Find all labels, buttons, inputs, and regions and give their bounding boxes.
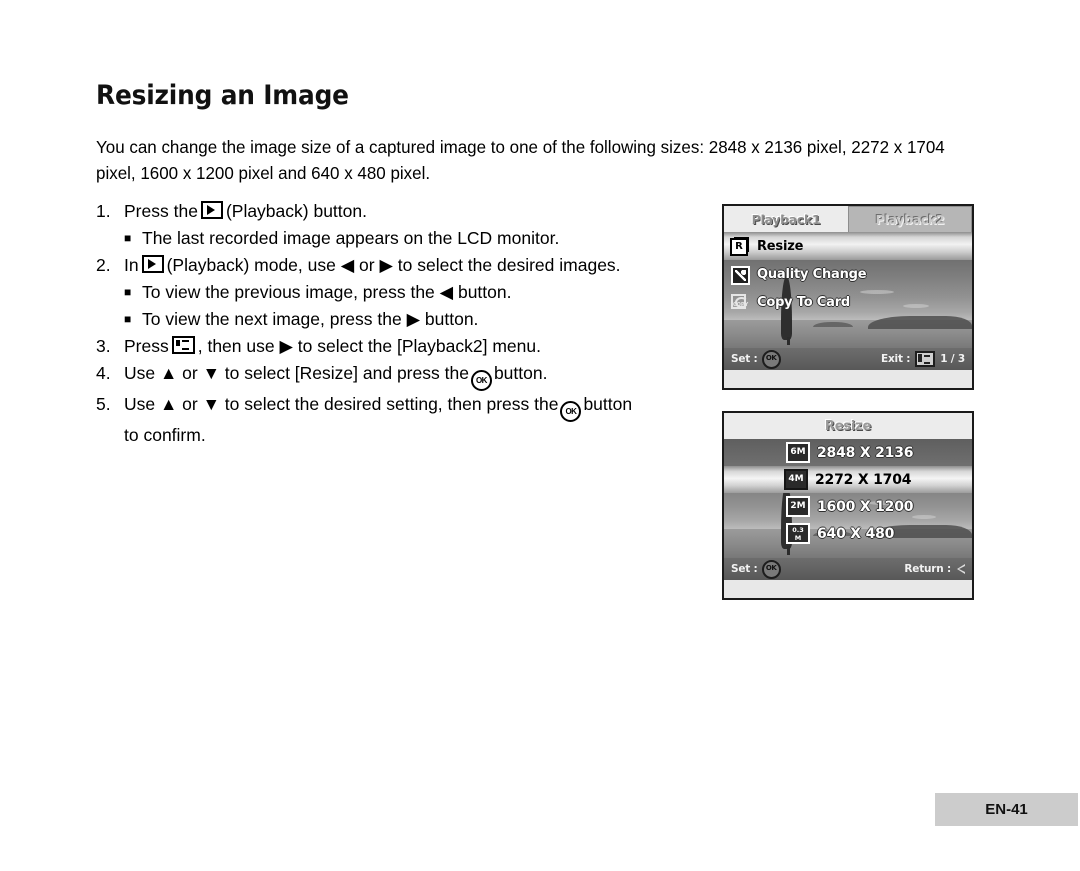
lcd-playback-menu-screenshot: Playback1 Playback2 R Resize Quality Cha…	[722, 204, 974, 390]
resize-option-2m[interactable]: 2M 1600 X 1200	[724, 493, 972, 520]
step-continuation-text: to confirm.	[124, 425, 206, 445]
step-number: 4.	[96, 363, 111, 383]
set-label: Set :	[731, 563, 758, 575]
step-number: 1.	[96, 201, 111, 221]
megapixel-badge: 4M	[784, 469, 808, 490]
quality-change-icon	[730, 265, 750, 285]
left-triangle-icon	[956, 563, 965, 575]
resize-option-03m[interactable]: 0.3 M 640 X 480	[724, 520, 972, 547]
lcd-resize-status-bar: Set : OK Return :	[724, 558, 972, 580]
intro-paragraph: You can change the image size of a captu…	[96, 137, 945, 183]
menu-item-copy-to-card[interactable]: COPY Copy To Card	[724, 288, 972, 316]
menu-item-resize[interactable]: R Resize	[724, 232, 972, 260]
tab-playback2[interactable]: Playback2	[848, 206, 972, 232]
menu-item-quality-change[interactable]: Quality Change	[724, 260, 972, 288]
menu-icon	[915, 351, 936, 367]
step-sub-item: ■ To view the previous image, press the …	[96, 279, 696, 306]
menu-tab-bar: Playback1 Playback2	[724, 206, 972, 232]
step-text: Use ▲ or ▼ to select the desired setting…	[124, 391, 696, 422]
step-continuation-row: to confirm.	[96, 422, 696, 449]
step-sub-text: To view the next image, press the ▶ butt…	[142, 309, 479, 329]
exit-label: Exit :	[881, 353, 911, 365]
lcd-photo-background: 6M 2848 X 2136 4M 2272 X 1704 2M 1600 X …	[724, 439, 972, 580]
menu-item-label: Quality Change	[757, 266, 867, 282]
menu-item-label: Resize	[757, 238, 804, 254]
resize-option-label: 2848 X 2136	[817, 444, 914, 461]
megapixel-badge: 2M	[786, 496, 810, 517]
step-text-pre: In	[124, 255, 139, 275]
page-title: Resizing an Image	[96, 80, 349, 111]
step-text: In (Playback) mode, use ◀ or ▶ to select …	[124, 252, 696, 279]
playback-icon	[200, 201, 223, 219]
return-control-group: Return :	[904, 563, 965, 575]
step-text: Press , then use ▶ to select the [Playbac…	[124, 333, 696, 360]
copy-to-card-icon: COPY	[730, 293, 749, 312]
step-sub-text: The last recorded image appears on the L…	[142, 228, 560, 248]
page-number-footer: EN-41	[935, 793, 1078, 826]
megapixel-badge-top: 0.3	[792, 526, 804, 534]
step-text: Press the (Playback) button.	[124, 198, 696, 225]
megapixel-badge: 0.3 M	[786, 523, 810, 544]
lcd-resize-dialog-screenshot: Resize 6M 2848 X 2136 4M 2272 X 1704 2M …	[722, 411, 974, 600]
resize-option-6m[interactable]: 6M 2848 X 2136	[724, 439, 972, 466]
set-label: Set :	[731, 353, 758, 365]
step-text-post: , then use ▶ to select the [Playback2] m…	[197, 336, 541, 356]
step-sub-item: ■ To view the next image, press the ▶ bu…	[96, 306, 696, 333]
cypress-trunk-shape	[786, 546, 790, 555]
ok-icon: OK	[761, 349, 781, 369]
step-text-pre: Use ▲ or ▼ to select the desired setting…	[124, 394, 559, 414]
steps-list: 1. Press the (Playback) button. ■ The las…	[96, 198, 696, 449]
resize-dialog-title: Resize	[724, 413, 972, 439]
treeline-shape	[813, 321, 853, 328]
exit-control-group: Exit : 1 / 3	[881, 351, 965, 367]
ok-icon: OK	[761, 559, 781, 579]
megapixel-badge-bottom: M	[794, 534, 802, 542]
resize-option-label: 640 X 480	[817, 525, 895, 542]
bullet-icon: ■	[124, 312, 132, 326]
step-number: 3.	[96, 336, 111, 356]
return-label: Return :	[904, 563, 951, 575]
step-item-4: 4. Use ▲ or ▼ to select [Resize] and pre…	[96, 360, 696, 391]
treeline-shape	[867, 316, 972, 329]
bullet-icon: ■	[124, 285, 132, 299]
ok-icon: OK	[470, 370, 492, 391]
step-text-post: button.	[493, 363, 548, 383]
resize-option-label: 2272 X 1704	[815, 471, 912, 488]
step-text-post: button	[583, 394, 633, 414]
resize-option-4m[interactable]: 4M 2272 X 1704	[724, 466, 972, 493]
step-item-3: 3. Press , then use ▶ to select the [Play…	[96, 333, 696, 360]
step-sub-text: To view the previous image, press the ◀ …	[142, 282, 512, 302]
step-sub-item: ■ The last recorded image appears on the…	[96, 225, 696, 252]
cypress-trunk-shape	[786, 336, 790, 346]
step-text-pre: Use ▲ or ▼ to select [Resize] and press …	[124, 363, 469, 383]
menu-item-list: R Resize Quality Change COPY Copy To Car…	[724, 232, 972, 316]
step-item-2: 2. In (Playback) mode, use ◀ or ▶ to sele…	[96, 252, 696, 279]
lcd-menu-status-bar: Set : OK Exit : 1 / 3	[724, 348, 972, 370]
step-number: 5.	[96, 394, 111, 414]
resize-icon: R	[730, 236, 749, 256]
playback-icon	[141, 255, 164, 273]
tab-playback1[interactable]: Playback1	[724, 206, 848, 232]
page-indicator: 1 / 3	[940, 353, 965, 365]
lcd-photo-background: R Resize Quality Change COPY Copy To Car…	[724, 232, 972, 370]
step-text-pre: Press	[124, 336, 169, 356]
step-item-1: 1. Press the (Playback) button.	[96, 198, 696, 225]
menu-icon	[171, 336, 195, 354]
step-text-post: (Playback) button.	[225, 201, 367, 221]
step-number: 2.	[96, 255, 111, 275]
step-text-pre: Press the	[124, 201, 198, 221]
set-control-group: Set : OK	[731, 349, 781, 369]
step-text: Use ▲ or ▼ to select [Resize] and press …	[124, 360, 696, 391]
ok-icon: OK	[560, 401, 582, 422]
menu-item-label: Copy To Card	[757, 294, 851, 310]
resize-option-list: 6M 2848 X 2136 4M 2272 X 1704 2M 1600 X …	[724, 439, 972, 547]
step-text-post: (Playback) mode, use ◀ or ▶ to select th…	[166, 255, 621, 275]
step-item-5: 5. Use ▲ or ▼ to select the desired sett…	[96, 391, 696, 422]
set-control-group: Set : OK	[731, 559, 781, 579]
bullet-icon: ■	[124, 231, 132, 245]
megapixel-badge: 6M	[786, 442, 810, 463]
resize-option-label: 1600 X 1200	[817, 498, 914, 515]
